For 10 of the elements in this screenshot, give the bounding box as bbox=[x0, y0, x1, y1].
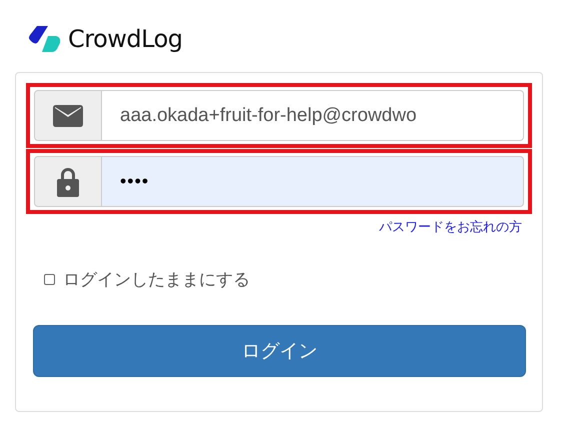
checkbox[interactable] bbox=[44, 274, 55, 285]
envelope-icon bbox=[53, 104, 83, 126]
remember-label: ログインしたままにする bbox=[63, 269, 250, 291]
password-field[interactable]: •••• bbox=[102, 156, 524, 207]
forgot-password-link[interactable]: パスワードをお忘れの方 bbox=[379, 218, 522, 236]
logo-text: CrowdLog bbox=[68, 25, 183, 53]
lock-icon bbox=[57, 166, 79, 196]
email-field[interactable]: aaa.okada+fruit-for-help@crowdwo bbox=[102, 90, 524, 141]
login-button[interactable]: ログイン bbox=[33, 325, 526, 377]
logo-icon bbox=[28, 25, 62, 53]
